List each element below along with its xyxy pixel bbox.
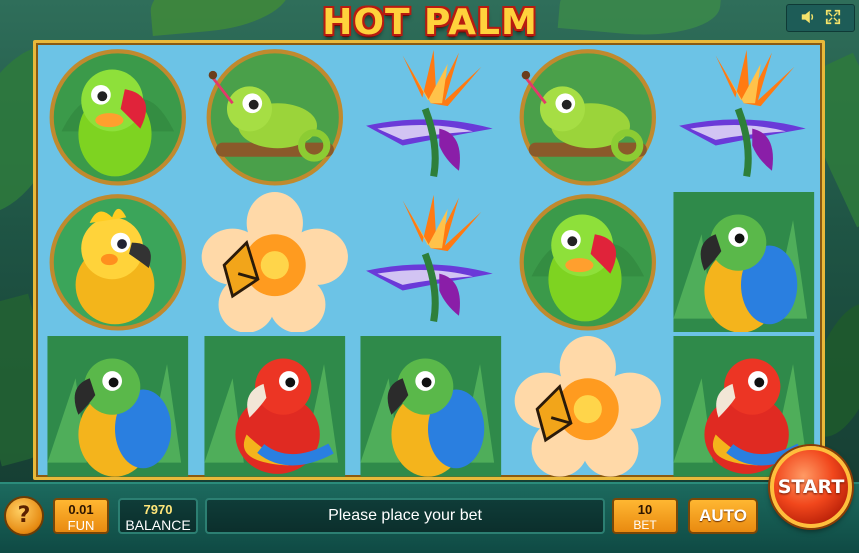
symbol-hibiscus-butterfly — [199, 191, 351, 333]
reel-grid — [42, 47, 820, 477]
auto-button[interactable]: AUTO — [688, 498, 758, 534]
symbol-bird-of-paradise — [668, 47, 820, 188]
balance-label: BALANCE — [125, 517, 191, 533]
symbol-macaw-blue — [668, 191, 820, 333]
symbol-sun-conure — [42, 192, 194, 333]
game-title: HOT PALM — [322, 2, 538, 43]
sound-icon[interactable] — [799, 9, 817, 27]
bet-label: BET — [633, 518, 657, 532]
fullscreen-icon[interactable] — [824, 9, 842, 27]
coin-value-selector[interactable]: 0.01 FUN — [53, 498, 109, 534]
coin-label: FUN — [67, 518, 95, 533]
symbol-lovebird — [512, 192, 664, 333]
title-bar: HOT PALM — [0, 0, 859, 43]
start-button[interactable]: START — [770, 446, 852, 528]
symbol-lovebird — [42, 47, 194, 188]
bet-selector[interactable]: 10 BET — [612, 498, 678, 534]
symbol-bird-of-paradise — [355, 47, 507, 188]
symbol-macaw-red — [199, 336, 351, 477]
bet-value: 10 — [637, 502, 653, 517]
help-button[interactable]: ? — [4, 496, 44, 536]
system-panel — [786, 4, 855, 32]
balance-display: 7970 BALANCE — [118, 498, 198, 534]
coin-value: 0.01 — [68, 502, 94, 517]
symbol-hibiscus-butterfly — [512, 336, 664, 477]
symbol-macaw-blue — [42, 336, 194, 477]
status-message: Please place your bet — [205, 498, 605, 534]
symbol-macaw-blue — [355, 336, 507, 477]
balance-value: 7970 — [143, 502, 173, 517]
symbol-bird-of-paradise — [355, 192, 507, 333]
control-panel: ? 0.01 FUN 7970 BALANCE Please place you… — [0, 482, 859, 553]
symbol-chameleon — [512, 47, 664, 188]
symbol-chameleon — [199, 47, 351, 188]
reel-frame — [33, 40, 825, 480]
